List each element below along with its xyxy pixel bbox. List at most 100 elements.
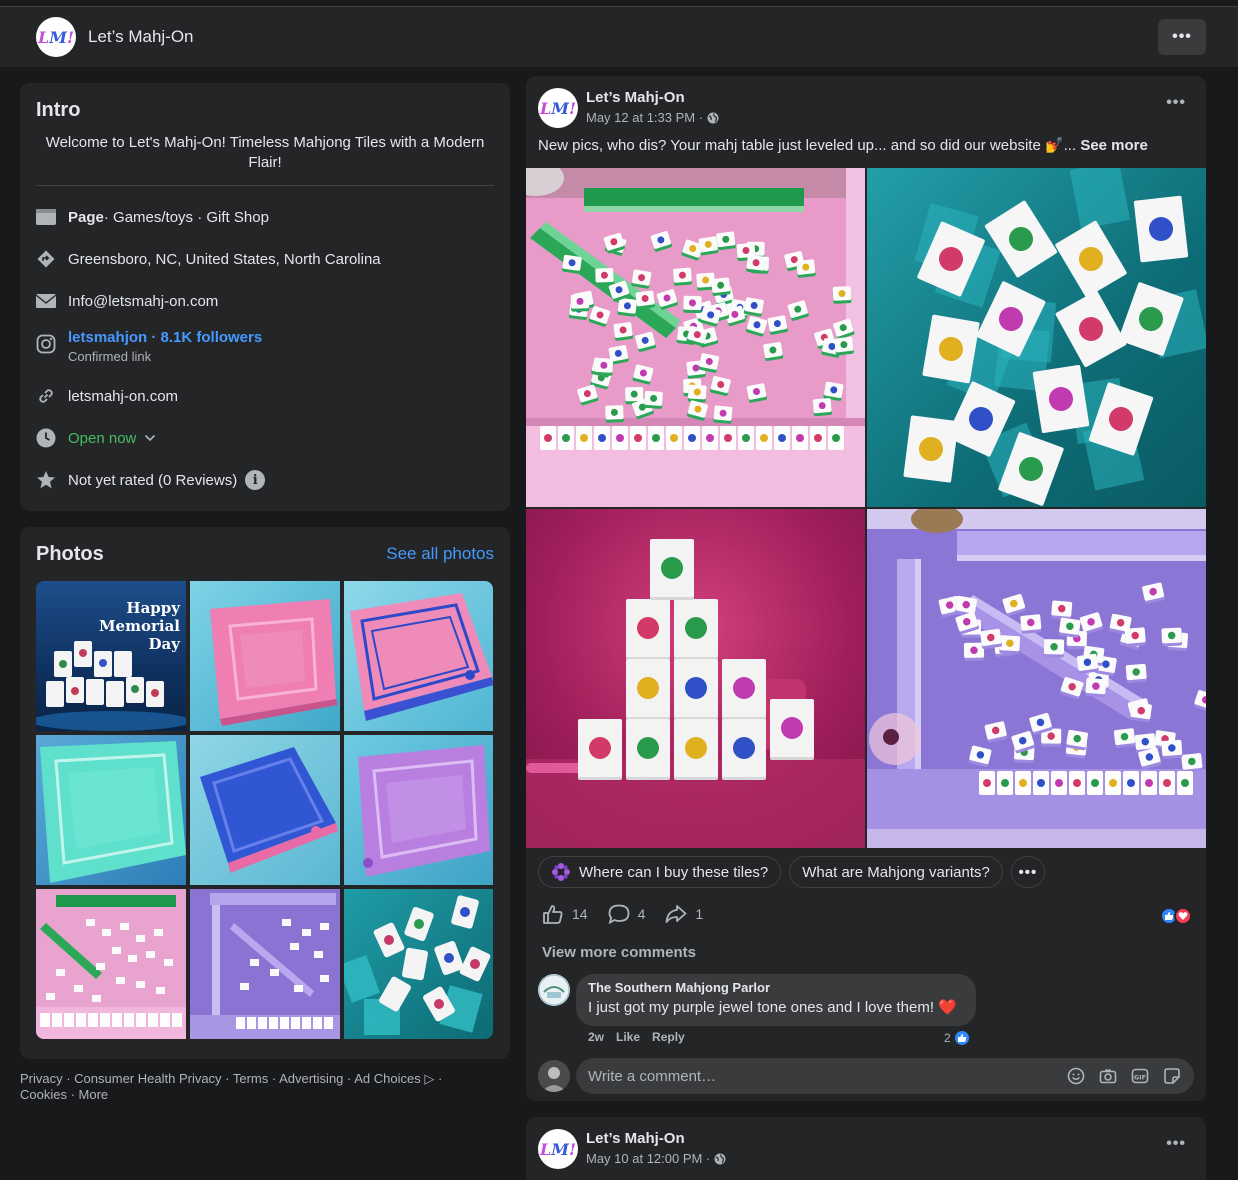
like-button[interactable]: 14 [542, 904, 588, 924]
website-link[interactable]: letsmahj-on.com [68, 388, 178, 405]
comment-count: 4 [637, 906, 646, 922]
post-actions: 14 4 1 [542, 904, 703, 924]
question-chip-buy[interactable]: Where can I buy these tiles? [538, 856, 782, 888]
view-more-comments-link[interactable]: View more comments [542, 944, 696, 961]
comment-button[interactable]: 4 [608, 904, 646, 924]
share-count: 1 [695, 906, 704, 922]
post-more-button[interactable]: ••• [1166, 1135, 1186, 1153]
post-photo[interactable] [526, 168, 865, 507]
photos-heading: Photos [36, 543, 104, 565]
comment-input[interactable]: Write a comment… GIF [576, 1058, 1194, 1094]
camera-icon[interactable] [1098, 1066, 1118, 1086]
website-row: letsmahj-on.com [36, 386, 178, 406]
email-link[interactable]: Info@letsmahj-on.com [68, 293, 218, 310]
post-body: New pics, who dis? Your mahj table just … [538, 137, 1081, 154]
post-timestamp[interactable]: May 10 at 12:00 PM · [586, 1151, 710, 1166]
share-icon [665, 904, 687, 924]
rating-text: Not yet rated (0 Reviews) [68, 471, 238, 489]
memorial-text-2: Memorial [98, 617, 180, 635]
chip-label: Where can I buy these tiles? [579, 863, 769, 881]
star-icon [36, 470, 56, 490]
photo-thumb[interactable] [190, 889, 340, 1039]
question-chip-variants[interactable]: What are Mahjong variants? [789, 856, 1003, 888]
post-author-avatar[interactable]: L M! [538, 88, 578, 128]
info-icon[interactable]: i [245, 470, 266, 490]
memorial-text-1: Happy [126, 599, 180, 617]
instagram-link[interactable]: letsmahjon · 8.1K followers [68, 329, 262, 346]
comment-reaction[interactable]: 2 [944, 1029, 971, 1047]
post-media-grid [526, 168, 1206, 848]
hours-row[interactable]: Open now [36, 428, 156, 448]
chips-more-button[interactable]: ••• [1010, 856, 1045, 888]
page-title[interactable]: Let’s Mahj-On [88, 27, 194, 47]
photo-thumb[interactable] [344, 581, 493, 731]
photo-thumb[interactable]: Happy Memorial Day [36, 581, 186, 731]
post-photo[interactable] [867, 168, 1206, 507]
post-card-2: L M! Let’s Mahj-On May 10 at 12:00 PM · •… [526, 1117, 1206, 1180]
chevron-down-icon[interactable] [144, 434, 156, 442]
ai-question-chips: Where can I buy these tiles? What are Ma… [538, 856, 1045, 888]
page-footer: Privacy · Consumer Health Privacy · Term… [20, 1071, 510, 1103]
commenter-avatar[interactable] [538, 974, 570, 1006]
envelope-icon [36, 291, 56, 311]
comment-actions: 2w Like Reply [588, 1030, 685, 1044]
intro-heading: Intro [36, 99, 81, 121]
sticker-icon[interactable] [1162, 1066, 1182, 1086]
see-more-link[interactable]: See more [1080, 137, 1148, 154]
photo-thumb[interactable] [190, 581, 340, 731]
thumbs-up-icon [542, 904, 564, 924]
clock-icon [36, 428, 56, 448]
comment-reaction-count: 2 [944, 1031, 951, 1045]
post-meta: May 12 at 1:33 PM · [586, 110, 719, 125]
comment-input-tools: GIF [1066, 1066, 1182, 1086]
header-more-button[interactable]: ••• [1158, 19, 1206, 55]
comment-like-button[interactable]: Like [616, 1030, 640, 1044]
svg-text:GIF: GIF [1134, 1073, 1146, 1081]
post-photo[interactable] [867, 509, 1206, 848]
globe-icon [707, 112, 719, 124]
commenter-name[interactable]: The Southern Mahjong Parlor [588, 980, 964, 995]
memorial-text-3: Day [148, 635, 180, 653]
post-more-button[interactable]: ••• [1166, 94, 1186, 112]
category-value[interactable]: · Games/toys · Gift Shop [104, 209, 269, 226]
photo-thumb[interactable] [344, 735, 493, 885]
photo-thumb[interactable] [190, 735, 340, 885]
hours-status[interactable]: Open now [68, 430, 136, 447]
share-button[interactable]: 1 [665, 904, 703, 924]
post-timestamp[interactable]: May 12 at 1:33 PM · [586, 110, 703, 125]
footer-links-2[interactable]: Cookies · More [20, 1087, 510, 1103]
globe-icon [714, 1153, 726, 1165]
comment-bubble: The Southern Mahjong Parlor I just got m… [576, 974, 976, 1026]
link-icon [36, 386, 56, 406]
page-logo[interactable]: L M! [36, 17, 76, 57]
photo-thumb[interactable] [36, 735, 186, 885]
emoji-icon[interactable] [1066, 1066, 1086, 1086]
address-text[interactable]: Greensboro, NC, United States, North Car… [68, 251, 381, 268]
footer-links-1[interactable]: Privacy · Consumer Health Privacy · Term… [20, 1071, 510, 1087]
post-author-name[interactable]: Let’s Mahj-On [586, 89, 685, 106]
instagram-icon [36, 334, 56, 354]
photo-thumb[interactable] [344, 889, 493, 1039]
see-all-photos-link[interactable]: See all photos [386, 544, 494, 564]
gif-icon[interactable]: GIF [1130, 1066, 1150, 1086]
photos-grid: Happy Memorial Day [36, 581, 493, 1039]
address-row: Greensboro, NC, United States, North Car… [36, 249, 381, 269]
intro-divider [36, 185, 494, 186]
category-label: Page [68, 208, 104, 226]
post-author-avatar[interactable]: L M! [538, 1129, 578, 1169]
photo-thumb[interactable] [36, 889, 186, 1039]
my-avatar[interactable] [538, 1060, 570, 1092]
post-author-name[interactable]: Let’s Mahj-On [586, 1130, 685, 1147]
rating-row: Not yet rated (0 Reviews) i [36, 470, 266, 490]
page-header: L M! Let’s Mahj-On ••• [0, 7, 1238, 67]
post-text: New pics, who dis? Your mahj table just … [538, 136, 1148, 154]
post-meta: May 10 at 12:00 PM · [586, 1151, 726, 1166]
post-photo[interactable] [526, 509, 865, 848]
comment-text: I just got my purple jewel tone ones and… [588, 999, 957, 1016]
comment-time[interactable]: 2w [588, 1030, 604, 1044]
page-flag-icon [36, 207, 56, 227]
reaction-summary[interactable] [1160, 907, 1192, 925]
comment-reply-button[interactable]: Reply [652, 1030, 685, 1044]
like-count: 14 [572, 906, 588, 922]
instagram-row: letsmahjon · 8.1K followers Confirmed li… [36, 329, 262, 364]
